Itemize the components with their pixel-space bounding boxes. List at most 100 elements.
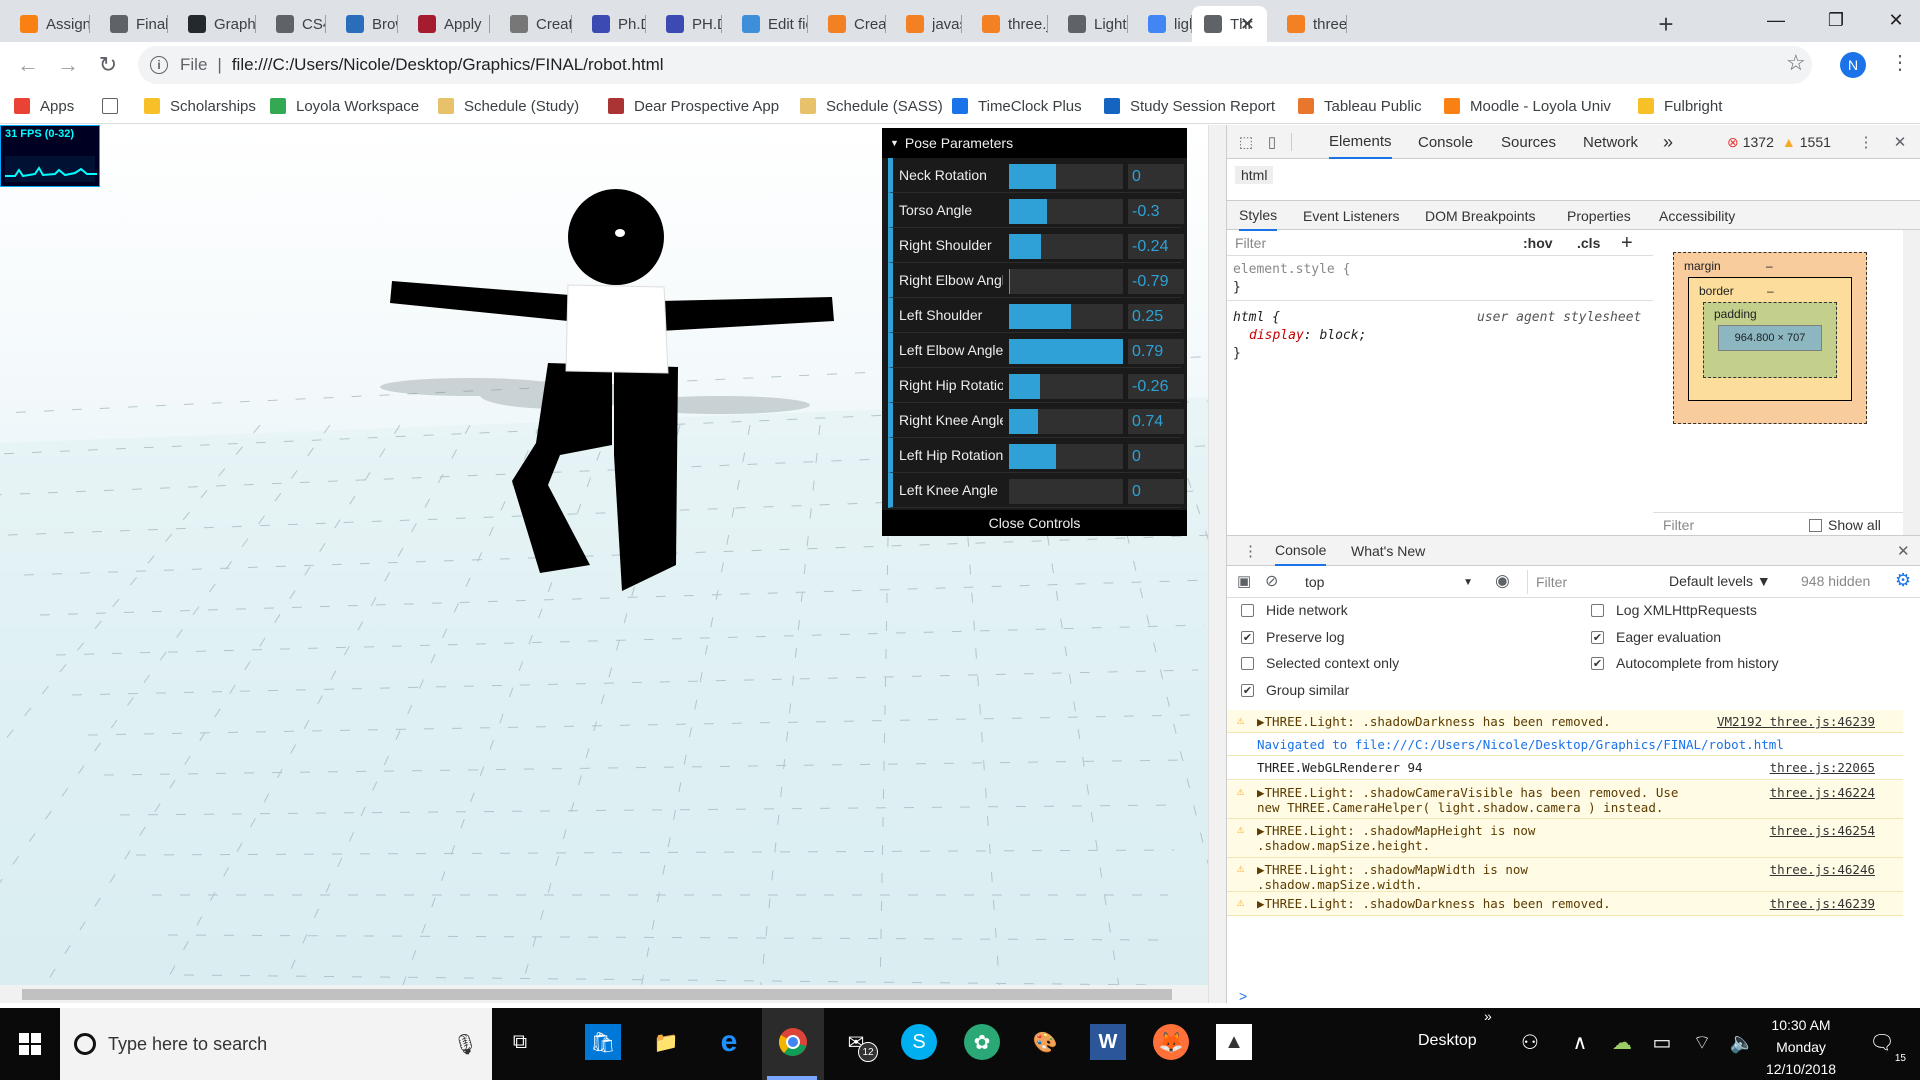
slider-value-input[interactable]: -0.3 bbox=[1128, 199, 1184, 224]
tab-elements[interactable]: Elements bbox=[1329, 125, 1392, 159]
subtab-properties[interactable]: Properties bbox=[1567, 201, 1631, 231]
new-style-rule-icon[interactable]: + bbox=[1621, 232, 1633, 255]
clear-console-icon[interactable]: ⊘ bbox=[1265, 571, 1278, 591]
slider-value-input[interactable]: -0.24 bbox=[1128, 234, 1184, 259]
cls-toggle[interactable]: .cls bbox=[1577, 235, 1600, 251]
pose-slider-row[interactable]: Left Shoulder 0.25 bbox=[888, 298, 1184, 333]
battery-icon[interactable]: ▭ bbox=[1644, 1024, 1680, 1060]
mail-icon[interactable]: ✉ 12 bbox=[838, 1024, 878, 1062]
people-icon[interactable]: ⚇ bbox=[1512, 1024, 1548, 1060]
horizontal-scrollbar[interactable] bbox=[0, 985, 1208, 1003]
close-window-button[interactable]: ✕ bbox=[1866, 0, 1920, 40]
console-setting-checkbox[interactable]: ✔ Preserve log bbox=[1241, 629, 1345, 645]
browser-menu-icon[interactable]: ⋮ bbox=[1890, 50, 1910, 75]
bookmark-item[interactable]: Scholarships bbox=[144, 94, 256, 118]
pose-slider-row[interactable]: Neck Rotation 0 bbox=[888, 158, 1184, 193]
slider-track[interactable] bbox=[1009, 444, 1123, 469]
task-view-icon[interactable]: ⧉ bbox=[502, 1024, 538, 1060]
store-icon[interactable]: 🛍 bbox=[585, 1024, 621, 1060]
edge-icon[interactable]: e bbox=[711, 1024, 747, 1060]
bookmark-item[interactable]: Loyola Workspace bbox=[270, 94, 419, 118]
reload-button[interactable]: ↻ bbox=[92, 49, 124, 81]
console-settings-gear-icon[interactable]: ⚙ bbox=[1895, 570, 1911, 591]
slider-value-input[interactable]: 0.25 bbox=[1128, 304, 1184, 329]
system-clock[interactable]: 10:30 AM Monday 12/10/2018 bbox=[1746, 1008, 1856, 1080]
browser-tab[interactable]: LightSl bbox=[1048, 6, 1128, 42]
browser-tab[interactable]: three.j bbox=[962, 6, 1048, 42]
slider-track[interactable] bbox=[1009, 199, 1123, 224]
show-all-checkbox[interactable]: Show all bbox=[1809, 517, 1881, 533]
slider-track[interactable] bbox=[1009, 234, 1123, 259]
start-button[interactable] bbox=[0, 1008, 60, 1080]
pose-slider-row[interactable]: Right Hip Rotation -0.26 bbox=[888, 368, 1184, 403]
bookmark-item[interactable]: Apps bbox=[14, 94, 74, 118]
drawer-menu-icon[interactable]: ⋮ bbox=[1243, 542, 1258, 560]
message-source-link[interactable]: three.js:46239 bbox=[1770, 896, 1875, 911]
styles-scrollbar[interactable] bbox=[1903, 230, 1920, 560]
profile-avatar[interactable]: N bbox=[1840, 52, 1866, 78]
vertical-scrollbar[interactable] bbox=[1208, 125, 1226, 1003]
taskbar-search-box[interactable]: Type here to search 🎙 bbox=[60, 1008, 492, 1080]
browser-tab[interactable]: Creatin bbox=[808, 6, 886, 42]
html-rule-selector[interactable]: html { bbox=[1233, 310, 1280, 325]
console-message[interactable]: Navigated to file:///C:/Users/Nicole/Des… bbox=[1227, 733, 1903, 756]
slider-value-input[interactable]: 0 bbox=[1128, 444, 1184, 469]
info-icon[interactable]: i bbox=[150, 56, 168, 74]
browser-tab[interactable]: PH.D. / bbox=[646, 6, 722, 42]
device-toolbar-icon[interactable]: ▯ bbox=[1263, 133, 1281, 151]
slider-value-input[interactable]: 0.74 bbox=[1128, 409, 1184, 434]
computed-filter-input[interactable]: Filter bbox=[1663, 517, 1694, 533]
bookmark-item[interactable]: Fulbright bbox=[1638, 94, 1722, 118]
console-setting-checkbox[interactable]: ✔ Group similar bbox=[1241, 682, 1349, 698]
slider-track[interactable] bbox=[1009, 304, 1123, 329]
more-tabs-button[interactable]: » bbox=[1663, 125, 1673, 159]
bookmark-star-icon[interactable]: ☆ bbox=[1786, 50, 1806, 76]
slider-value-input[interactable]: -0.79 bbox=[1128, 269, 1184, 294]
html-rule-declaration[interactable]: display: block; bbox=[1249, 328, 1366, 343]
styles-filter-input[interactable]: Filter bbox=[1235, 235, 1266, 251]
app-icon[interactable]: ✿ bbox=[964, 1024, 1000, 1060]
toolbar-chevron-icon[interactable]: » bbox=[1484, 1008, 1492, 1024]
browser-tab[interactable]: Final P bbox=[90, 6, 168, 42]
horizontal-scroll-thumb[interactable] bbox=[22, 989, 1172, 1000]
chrome-icon[interactable] bbox=[775, 1024, 811, 1060]
wifi-icon[interactable]: ⌔ bbox=[1684, 1024, 1720, 1060]
slider-track[interactable] bbox=[1009, 269, 1123, 294]
console-setting-checkbox[interactable]: Log XMLHttpRequests bbox=[1591, 602, 1757, 618]
onedrive-icon[interactable]: ☁ bbox=[1604, 1024, 1640, 1060]
bookmark-item[interactable]: TimeClock Plus bbox=[952, 94, 1082, 118]
box-border[interactable]: border – padding 964.800 × 707 bbox=[1688, 277, 1852, 401]
console-setting-checkbox[interactable]: Hide network bbox=[1241, 602, 1348, 618]
microphone-icon[interactable]: 🎙 bbox=[453, 1032, 478, 1057]
browser-tab[interactable]: three.j bbox=[1267, 6, 1347, 42]
show-hidden-icons[interactable]: ∧ bbox=[1562, 1024, 1598, 1060]
breadcrumb-html[interactable]: html bbox=[1235, 166, 1274, 184]
pose-slider-row[interactable]: Torso Angle -0.3 bbox=[888, 193, 1184, 228]
bookmark-item[interactable]: Tableau Public bbox=[1298, 94, 1422, 118]
action-center-icon[interactable]: 🗨 15 bbox=[1864, 1024, 1906, 1065]
slider-value-input[interactable]: 0 bbox=[1128, 164, 1184, 189]
close-tab-icon[interactable]: ✕ bbox=[1240, 14, 1255, 35]
address-bar[interactable]: i File | file:///C:/Users/Nicole/Desktop… bbox=[138, 46, 1812, 84]
photos-icon[interactable]: ▲ bbox=[1216, 1024, 1252, 1060]
console-prompt[interactable]: > bbox=[1239, 988, 1247, 1004]
console-setting-checkbox[interactable]: Selected context only bbox=[1241, 655, 1399, 671]
pose-slider-row[interactable]: Right Shoulder -0.24 bbox=[888, 228, 1184, 263]
drawer-tab-whats-new[interactable]: What's New bbox=[1351, 536, 1425, 566]
tab-console[interactable]: Console bbox=[1418, 125, 1473, 159]
box-content[interactable]: 964.800 × 707 bbox=[1718, 325, 1822, 351]
bookmark-item[interactable]: Schedule (Study) bbox=[438, 94, 579, 118]
new-tab-button[interactable]: + bbox=[1648, 6, 1684, 42]
live-expression-eye-icon[interactable]: ◉ bbox=[1495, 571, 1510, 591]
message-source-link[interactable]: three.js:46224 bbox=[1770, 785, 1875, 800]
element-style-rule[interactable]: element.style { bbox=[1233, 262, 1350, 277]
console-message[interactable]: ⚠ ▶THREE.Light: .shadowDarkness has been … bbox=[1227, 710, 1903, 733]
message-source-link[interactable]: VM2192 three.js:46239 bbox=[1717, 714, 1875, 729]
slider-value-input[interactable]: 0 bbox=[1128, 479, 1184, 504]
drawer-tab-console[interactable]: Console bbox=[1275, 536, 1327, 566]
forward-button[interactable]: → bbox=[52, 49, 84, 81]
slider-track[interactable] bbox=[1009, 479, 1123, 504]
console-setting-checkbox[interactable]: ✔ Autocomplete from history bbox=[1591, 655, 1779, 671]
fps-stats-panel[interactable]: 31 FPS (0-32) bbox=[0, 125, 100, 187]
desktop-toolbar-label[interactable]: Desktop bbox=[1418, 1032, 1477, 1050]
